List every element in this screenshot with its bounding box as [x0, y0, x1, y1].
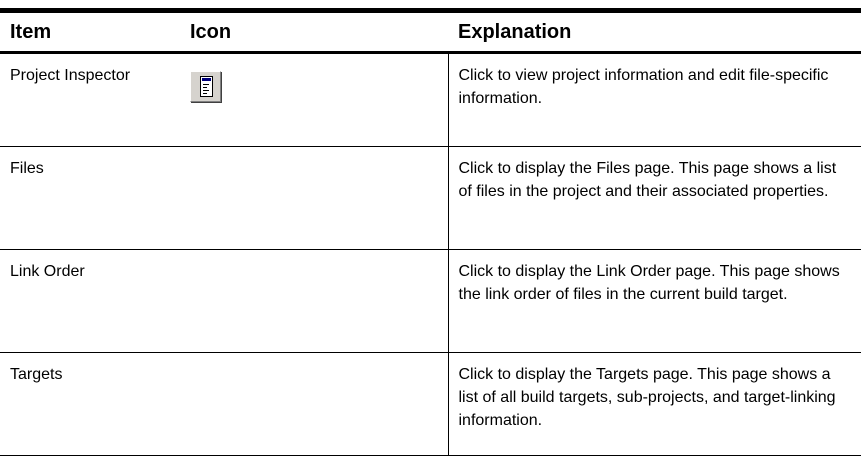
row-icon-cell — [180, 352, 448, 456]
row-explanation: Click to display the Files page. This pa… — [447, 146, 861, 250]
row-item-label: Link Order — [0, 249, 180, 353]
row-icon-cell — [180, 249, 448, 353]
row-item-label: Project Inspector — [0, 52, 180, 147]
row-icon-cell — [180, 52, 448, 147]
row-icon-cell — [180, 146, 448, 250]
row-item-label: Files — [0, 146, 180, 250]
table-header-row: Item Icon Explanation — [0, 10, 861, 54]
table-row: Files Click to display the Files page. T… — [0, 146, 861, 250]
header-item: Item — [0, 10, 180, 54]
row-explanation: Click to display the Link Order page. Th… — [447, 249, 861, 353]
row-explanation: Click to display the Targets page. This … — [447, 352, 861, 456]
reference-table: Item Icon Explanation Project Inspector … — [0, 8, 861, 456]
row-explanation: Click to view project information and ed… — [447, 52, 861, 147]
project-inspector-icon[interactable] — [190, 71, 221, 102]
table-row: Targets Click to display the Targets pag… — [0, 352, 861, 456]
document-window-icon — [200, 76, 213, 97]
table-row: Link Order Click to display the Link Ord… — [0, 249, 861, 353]
table-row: Project Inspector Click to view project … — [0, 52, 861, 147]
header-explanation: Explanation — [448, 10, 861, 54]
row-item-label: Targets — [0, 352, 180, 456]
header-icon: Icon — [180, 10, 448, 54]
